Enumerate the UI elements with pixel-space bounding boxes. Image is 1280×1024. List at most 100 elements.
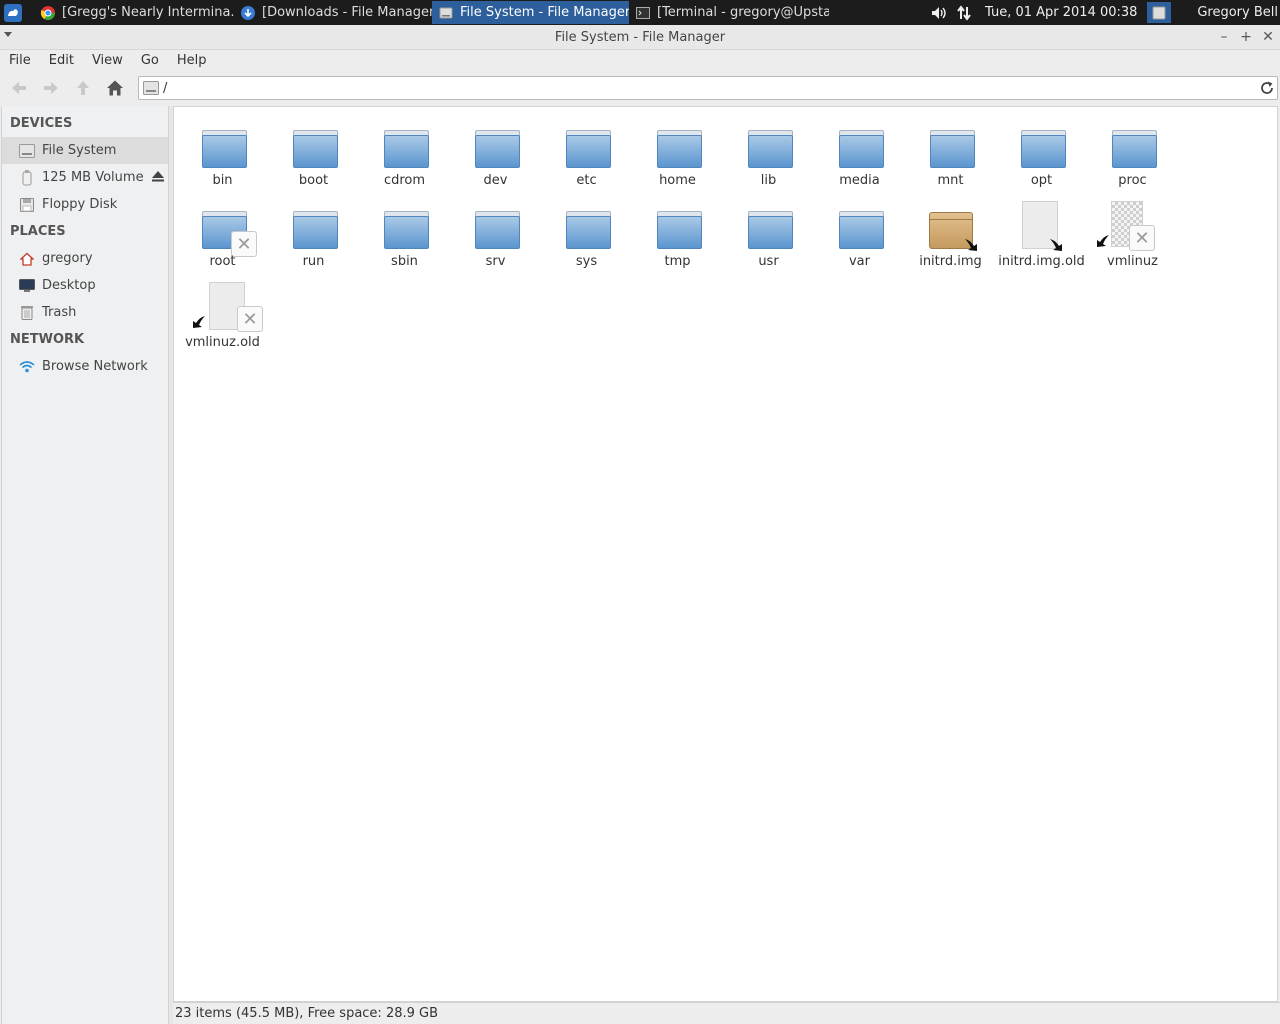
file-item[interactable]: run: [268, 191, 359, 271]
home-icon: [19, 251, 35, 267]
eject-icon[interactable]: [152, 171, 164, 186]
sidebar-item-label: File System: [42, 143, 117, 158]
back-button[interactable]: [3, 74, 35, 102]
chrome-icon: [40, 5, 56, 21]
menu-edit[interactable]: Edit: [40, 53, 83, 68]
close-button[interactable]: ✕: [1260, 28, 1276, 46]
task-terminal[interactable]: [Terminal - gregory@Upsta...: [629, 1, 829, 24]
window-menu-icon[interactable]: [4, 32, 12, 37]
image-file-icon: ✕: [1097, 201, 1157, 251]
file-item[interactable]: ✕ vmlinuz: [1087, 191, 1178, 271]
folder-icon: [836, 203, 884, 251]
file-item[interactable]: var: [814, 191, 905, 271]
file-item[interactable]: opt: [996, 110, 1087, 190]
task-downloads[interactable]: [Downloads - File Manager]: [234, 1, 432, 24]
folder-icon: [654, 122, 702, 170]
folder-icon: [1109, 122, 1157, 170]
wifi-icon: [19, 359, 35, 375]
file-item[interactable]: boot: [268, 110, 359, 190]
home-button[interactable]: [99, 74, 131, 102]
sidebar-item-125mb-volume[interactable]: 125 MB Volume: [2, 164, 168, 191]
task-chrome[interactable]: [Gregg's Nearly Intermina...: [34, 1, 234, 24]
clock[interactable]: Tue, 01 Apr 2014 00:38: [985, 5, 1137, 20]
folder-icon: [745, 203, 793, 251]
task-label: [Gregg's Nearly Intermina...: [62, 5, 234, 20]
minimize-button[interactable]: –: [1216, 28, 1232, 46]
sidebar-item-trash[interactable]: Trash: [2, 299, 168, 326]
window-title: File System - File Manager: [554, 29, 726, 45]
folder-icon: [381, 203, 429, 251]
folder-icon: [199, 122, 247, 170]
menu-go[interactable]: Go: [132, 53, 168, 68]
task-label: [Terminal - gregory@Upsta...: [657, 5, 829, 20]
file-item[interactable]: initrd.img: [905, 191, 996, 271]
home-icon: [107, 80, 123, 96]
xfce-menu-icon[interactable]: [2, 2, 24, 24]
location-bar[interactable]: /: [138, 76, 1278, 100]
top-panel: [Gregg's Nearly Intermina... [Downloads …: [0, 0, 1280, 25]
sidebar-item-label: Browse Network: [42, 359, 148, 374]
broken-link-badge-icon: ✕: [237, 306, 263, 332]
folder-icon: [472, 203, 520, 251]
sidebar-item-label: gregory: [42, 251, 93, 266]
network-transfer-icon[interactable]: [951, 4, 977, 21]
arrow-right-icon: [44, 82, 58, 94]
arrow-up-icon: [77, 81, 89, 95]
drive-icon: [143, 81, 159, 95]
status-bar: 23 items (45.5 MB), Free space: 28.9 GB: [173, 1002, 1280, 1024]
sidebar-item-label: Desktop: [42, 278, 96, 293]
desktop-switch-icon[interactable]: [1147, 2, 1172, 23]
folder-icon: [745, 122, 793, 170]
file-item[interactable]: media: [814, 110, 905, 190]
window-titlebar[interactable]: File System - File Manager – + ✕: [0, 25, 1280, 50]
menu-file[interactable]: File: [0, 53, 40, 68]
forward-button[interactable]: [35, 74, 67, 102]
download-icon: [240, 5, 256, 21]
folder-icon: [472, 122, 520, 170]
file-item[interactable]: ✕ vmlinuz.old: [177, 272, 268, 352]
file-item[interactable]: lib: [723, 110, 814, 190]
user-name[interactable]: Gregory Bell: [1197, 5, 1280, 20]
file-icon-view[interactable]: bin boot cdrom dev etc home lib media mnt opt proc…: [173, 106, 1278, 1002]
task-label: [Downloads - File Manager]: [262, 5, 432, 20]
sidebar-item-browse-network[interactable]: Browse Network: [2, 353, 168, 380]
file-item[interactable]: tmp: [632, 191, 723, 271]
terminal-icon: [635, 5, 651, 21]
up-button[interactable]: [67, 74, 99, 102]
broken-link-badge-icon: ✕: [1129, 225, 1155, 251]
file-item[interactable]: proc: [1087, 110, 1178, 190]
path-input[interactable]: /: [163, 81, 1257, 96]
sidebar: DEVICES File System 125 MB Volume Floppy…: [1, 106, 169, 1024]
task-file-system[interactable]: File System - File Manager: [432, 1, 629, 24]
folder-icon: [927, 122, 975, 170]
package-icon: [927, 203, 977, 251]
file-item[interactable]: initrd.img.old: [996, 191, 1087, 271]
sidebar-item-floppy-disk[interactable]: Floppy Disk: [2, 191, 168, 218]
file-icon: ✕: [193, 282, 263, 332]
folder-icon: [290, 203, 338, 251]
symlink-arrow-icon: [193, 316, 205, 328]
file-item[interactable]: cdrom: [359, 110, 450, 190]
file-item[interactable]: etc: [541, 110, 632, 190]
usb-drive-icon: [19, 169, 35, 186]
file-item[interactable]: bin: [177, 110, 268, 190]
file-item[interactable]: sbin: [359, 191, 450, 271]
folder-icon: [381, 122, 429, 170]
sidebar-item-desktop[interactable]: Desktop: [2, 272, 168, 299]
menu-view[interactable]: View: [83, 53, 132, 68]
file-name-label: vmlinuz.old: [185, 335, 260, 350]
file-item[interactable]: ✕ root: [177, 191, 268, 271]
volume-icon[interactable]: [929, 6, 951, 20]
menu-help[interactable]: Help: [168, 53, 216, 68]
file-item[interactable]: srv: [450, 191, 541, 271]
sidebar-item-gregory[interactable]: gregory: [2, 245, 168, 272]
maximize-button[interactable]: +: [1238, 28, 1254, 46]
file-item[interactable]: home: [632, 110, 723, 190]
file-item[interactable]: usr: [723, 191, 814, 271]
reload-icon[interactable]: [1257, 81, 1277, 95]
file-item[interactable]: sys: [541, 191, 632, 271]
sidebar-item-file-system[interactable]: File System: [2, 137, 168, 164]
devices-heading: DEVICES: [10, 116, 73, 131]
file-item[interactable]: mnt: [905, 110, 996, 190]
file-item[interactable]: dev: [450, 110, 541, 190]
